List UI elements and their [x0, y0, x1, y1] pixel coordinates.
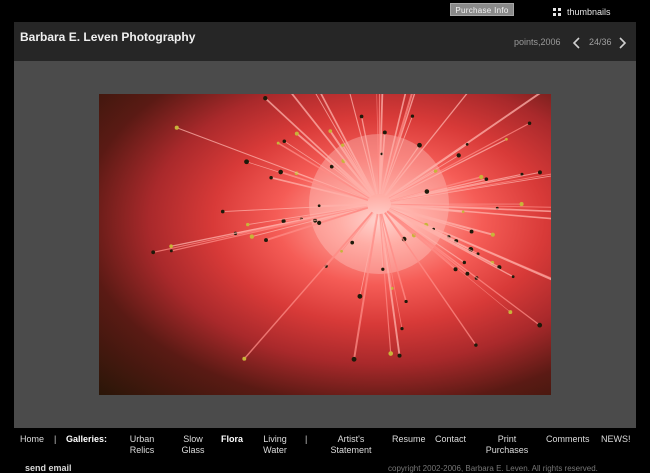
nav-label: Urban: [129, 434, 155, 444]
nav-print-purchases[interactable]: Print Purchases: [484, 434, 530, 456]
footer-nav: Home | Galleries: Urban Relics Slow Glas…: [14, 428, 636, 460]
image-viewer: [14, 61, 636, 428]
thumbnails-label: thumbnails: [567, 7, 611, 17]
nav-contact[interactable]: Contact: [435, 434, 466, 445]
grid-icon: [553, 8, 561, 16]
galleries-label: Galleries:: [66, 434, 108, 444]
nav-label: Print: [497, 434, 517, 444]
send-email-link[interactable]: send email: [25, 463, 72, 473]
nav-flora[interactable]: Flora: [221, 434, 243, 445]
nav-label: Artist's: [337, 434, 365, 444]
nav-comments[interactable]: Comments: [546, 434, 590, 445]
flower-image: [151, 94, 551, 362]
nav-artists-statement[interactable]: Artist's Statement: [327, 434, 375, 456]
nav-urban-relics[interactable]: Urban Relics: [128, 434, 156, 456]
nav-label: Living: [263, 434, 287, 444]
nav-resume[interactable]: Resume: [392, 434, 426, 445]
nav-slow-glass[interactable]: Slow Glass: [180, 434, 206, 456]
nav-label: Glass: [181, 445, 205, 455]
header: Barbara E. Leven Photography points,2006…: [14, 22, 636, 61]
site-title[interactable]: Barbara E. Leven Photography: [20, 30, 195, 44]
nav-label: Water: [263, 445, 287, 455]
main-photo[interactable]: [99, 94, 551, 395]
image-counter: 24/36: [589, 37, 612, 47]
next-arrow-icon[interactable]: [617, 36, 627, 49]
nav-label: Statement: [330, 445, 372, 455]
nav-news[interactable]: NEWS!: [601, 434, 631, 445]
page: Purchase Info thumbnails Barbara E. Leve…: [0, 0, 650, 473]
nav-home[interactable]: Home: [20, 434, 44, 445]
nav-separator: |: [305, 434, 308, 444]
purchase-info-button[interactable]: Purchase Info: [450, 3, 514, 16]
thumbnails-button[interactable]: thumbnails: [553, 5, 611, 19]
copyright-text: copyright 2002-2006, Barbara E. Leven. A…: [388, 464, 598, 473]
nav-label: Slow: [183, 434, 203, 444]
previous-arrow-icon[interactable]: [572, 36, 582, 49]
photo-caption: points,2006: [514, 37, 561, 47]
nav-label: Relics: [129, 445, 155, 455]
nav-living-water[interactable]: Living Water: [261, 434, 289, 456]
nav-label: Purchases: [485, 445, 529, 455]
nav-separator: |: [54, 434, 57, 444]
